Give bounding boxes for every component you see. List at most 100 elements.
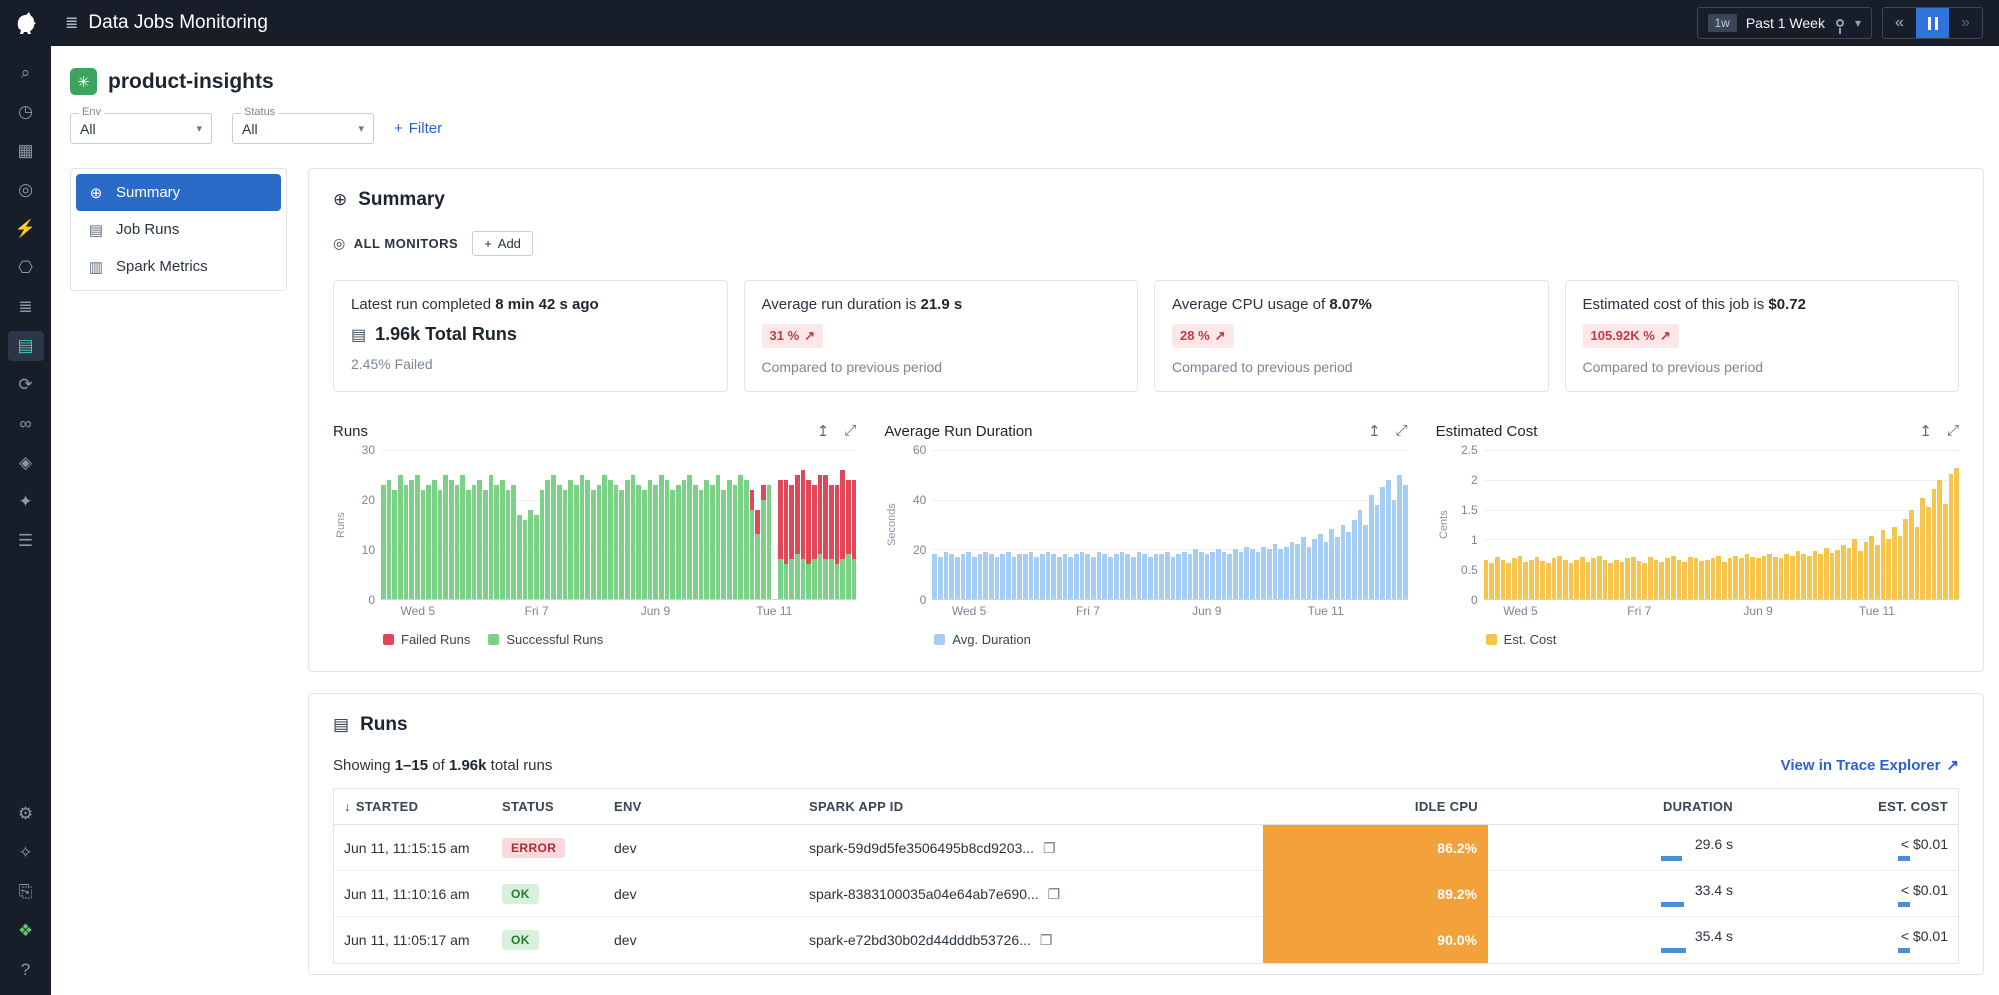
time-range-picker[interactable]: 1w Past 1 Week ▾: [1697, 7, 1873, 39]
bar-segment: [750, 510, 755, 599]
column-header-started[interactable]: ↓ STARTED: [334, 789, 492, 824]
bar: [1671, 450, 1676, 599]
integrations-icon[interactable]: ✦: [8, 487, 44, 517]
whats-new-icon[interactable]: ✧: [8, 838, 44, 868]
bar-segment: [1205, 554, 1210, 599]
search-icon[interactable]: ⌕: [8, 58, 44, 88]
plot[interactable]: [1484, 450, 1959, 600]
bar: [1307, 450, 1312, 599]
add-filter-button[interactable]: + Filter: [394, 120, 442, 137]
bits-ai-icon[interactable]: ❖: [8, 916, 44, 946]
run-started-cell: Jun 11, 11:15:15 am: [334, 825, 492, 871]
bar: [1892, 450, 1897, 599]
chevron-down-icon[interactable]: ▾: [1855, 16, 1861, 30]
security-icon[interactable]: ◈: [8, 448, 44, 478]
export-icon[interactable]: ↥: [1919, 422, 1932, 440]
column-header-spark-app-id[interactable]: SPARK APP ID: [799, 789, 1263, 824]
datadog-logo[interactable]: [13, 0, 39, 46]
env-filter-select[interactable]: Env All ▾: [70, 113, 212, 144]
bar-segment: [693, 485, 698, 599]
bar: [818, 450, 823, 599]
bar-segment: [1244, 547, 1249, 599]
help-icon[interactable]: ?: [8, 955, 44, 985]
legend-swatch: [488, 634, 499, 645]
bar: [489, 450, 494, 599]
skip-backward-button[interactable]: «: [1883, 8, 1916, 38]
column-header-env[interactable]: ENV: [604, 789, 799, 824]
chart-legend: Failed RunsSuccessful Runs: [383, 632, 856, 647]
expand-icon[interactable]: ⤢: [1396, 422, 1408, 440]
column-header-status[interactable]: STATUS: [492, 789, 604, 824]
service-map-icon[interactable]: ∞: [8, 409, 44, 439]
bar-segment: [1881, 530, 1886, 599]
column-header-duration[interactable]: DURATION: [1488, 789, 1743, 824]
duration-cell: 35.4 s: [1488, 917, 1743, 963]
x-axis: Wed 5Fri 7Jun 9Tue 11: [900, 600, 1407, 620]
copy-page-icon[interactable]: ⎘: [8, 877, 44, 907]
bar: [608, 450, 613, 599]
expand-icon[interactable]: ⤢: [1947, 422, 1959, 440]
history-icon[interactable]: ◷: [8, 97, 44, 127]
bar: [716, 450, 721, 599]
expand-icon[interactable]: ⤢: [844, 422, 856, 440]
globe-icon: ⊕: [333, 190, 347, 210]
view-in-trace-explorer-link[interactable]: View in Trace Explorer ↗: [1781, 756, 1959, 774]
apm-icon[interactable]: ⚡: [8, 214, 44, 244]
data-jobs-icon[interactable]: ▤: [8, 331, 44, 361]
logs-icon[interactable]: ☰: [8, 526, 44, 556]
bar: [744, 450, 749, 599]
bar-segment: [1546, 563, 1551, 599]
duration-cell: 33.4 s: [1488, 871, 1743, 917]
pause-button[interactable]: [1916, 8, 1949, 38]
bar: [1301, 450, 1306, 599]
subnav-item-spark-metrics[interactable]: ▥Spark Metrics: [76, 248, 281, 285]
add-monitor-button[interactable]: + Add: [472, 231, 533, 256]
export-icon[interactable]: ↥: [817, 422, 830, 440]
x-tick-label: Fri 7: [1627, 604, 1651, 618]
bar: [1085, 450, 1090, 599]
bar: [1097, 450, 1102, 599]
bar-segment: [1102, 554, 1107, 599]
column-header-est-cost[interactable]: EST. COST: [1743, 789, 1958, 824]
plot-row: 0102030: [349, 450, 856, 600]
bar: [1484, 450, 1489, 599]
bar-segment: [1926, 507, 1931, 599]
subnav-item-summary[interactable]: ⊕Summary: [76, 174, 281, 211]
left-rail: ⌕ ◷ ▦ ◎ ⚡ ⎔ ≣ ▤ ⟳ ∞ ◈ ✦ ☰ ⚙ ✧ ⎘ ❖?: [0, 0, 51, 995]
bar: [1051, 450, 1056, 599]
chart-body: Runs0102030Wed 5Fri 7Jun 9Tue 11Failed R…: [333, 450, 856, 647]
bar-segment: [1512, 558, 1517, 599]
plot[interactable]: [932, 450, 1407, 600]
bar: [1915, 450, 1920, 599]
settings-icon[interactable]: ⚙: [8, 799, 44, 829]
bar-segment: [523, 520, 528, 599]
bar: [1659, 450, 1664, 599]
export-icon[interactable]: ↥: [1368, 422, 1381, 440]
copy-icon[interactable]: ❐: [1040, 932, 1053, 949]
pin-icon[interactable]: [1836, 19, 1844, 27]
bar-segment: [1137, 552, 1142, 599]
table-row[interactable]: Jun 11, 11:10:16 amOKdevspark-8383100035…: [334, 871, 1958, 917]
bar: [1261, 450, 1266, 599]
processes-icon[interactable]: ≣: [8, 292, 44, 322]
x-tick-label: Fri 7: [525, 604, 549, 618]
column-header-idle-cpu[interactable]: IDLE CPU: [1263, 789, 1488, 824]
table-row[interactable]: Jun 11, 11:15:15 amERRORdevspark-59d9d5f…: [334, 825, 1958, 871]
bar: [1563, 450, 1568, 599]
bar: [1580, 450, 1585, 599]
dashboards-icon[interactable]: ▦: [8, 136, 44, 166]
copy-icon[interactable]: ❐: [1048, 886, 1061, 903]
ci-pipelines-icon[interactable]: ⟳: [8, 370, 44, 400]
table-row[interactable]: Jun 11, 11:05:17 amOKdevspark-e72bd30b02…: [334, 917, 1958, 963]
copy-icon[interactable]: ❐: [1043, 840, 1056, 857]
monitors-icon[interactable]: ◎: [8, 175, 44, 205]
skip-forward-button[interactable]: »: [1949, 8, 1982, 38]
bar: [1954, 450, 1959, 599]
infrastructure-icon[interactable]: ⎔: [8, 253, 44, 283]
bar: [829, 450, 834, 599]
plot[interactable]: [381, 450, 856, 600]
bar: [1608, 450, 1613, 599]
bar-segment: [534, 515, 539, 599]
subnav-item-job-runs[interactable]: ▤Job Runs: [76, 211, 281, 248]
status-filter-select[interactable]: Status All ▾: [232, 113, 374, 144]
